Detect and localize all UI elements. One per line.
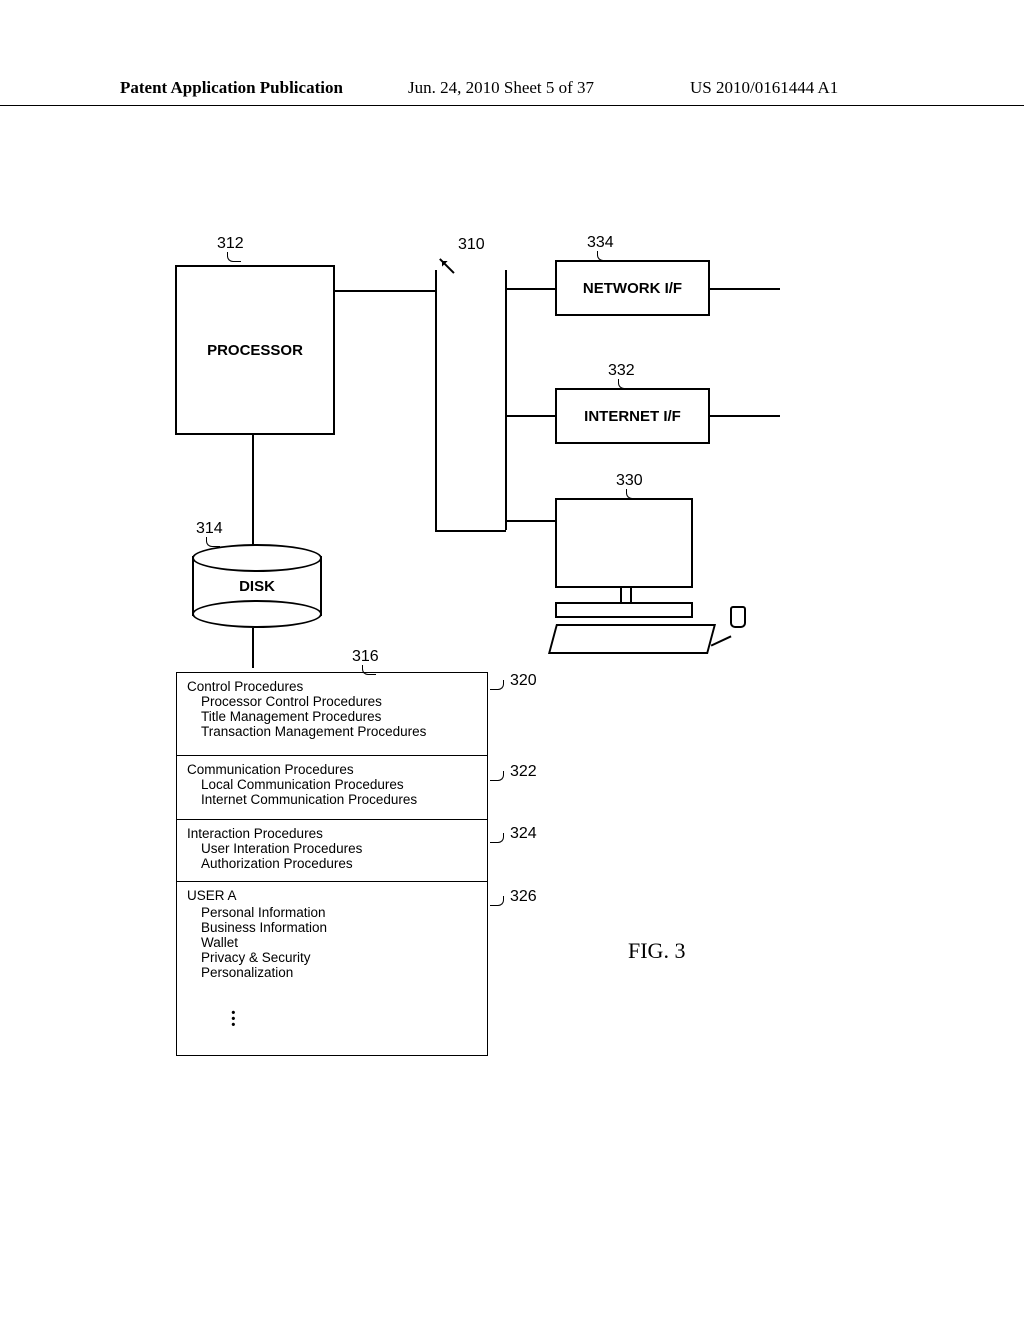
link-disk-panels	[252, 628, 254, 668]
panel-control-item-1: Title Management Procedures	[201, 709, 477, 724]
ref-334: 334	[587, 234, 614, 252]
panel-comm-title: Communication Procedures	[187, 762, 477, 777]
panel-inter-item-1: Authorization Procedures	[201, 856, 477, 871]
page-header: Patent Application Publication Jun. 24, …	[0, 78, 1024, 106]
keyboard	[548, 624, 716, 654]
ref-332: 332	[608, 362, 635, 380]
panel-control-item-0: Processor Control Procedures	[201, 694, 477, 709]
netif-tail	[710, 288, 780, 290]
panel-interaction: Interaction Procedures User Interation P…	[176, 820, 488, 882]
ref-322: 322	[510, 763, 537, 781]
ref-324: 324	[510, 825, 537, 843]
continuation-dots: ···	[230, 1010, 237, 1028]
monitor-base	[555, 602, 693, 618]
panel-user-item-3: Privacy & Security	[201, 950, 477, 965]
patent-figure-page: Patent Application Publication Jun. 24, …	[0, 0, 1024, 1320]
inetif-tail	[710, 415, 780, 417]
ref-334-hook	[597, 251, 611, 261]
panel-user-item-1: Business Information	[201, 920, 477, 935]
panel-user-title: USER A	[187, 888, 477, 903]
ref-332-hook	[618, 379, 632, 389]
disk-label: DISK	[194, 578, 320, 595]
ref-330: 330	[616, 472, 643, 490]
internet-if-label: INTERNET I/F	[584, 408, 681, 425]
ref-330-hook	[626, 489, 640, 499]
internet-if-box: INTERNET I/F	[555, 388, 710, 444]
ref-322-hook	[490, 771, 504, 781]
ref-312-hook	[227, 252, 241, 262]
panel-comm: Communication Procedures Local Communica…	[176, 756, 488, 820]
ref-310-arrow	[440, 236, 468, 264]
header-right: US 2010/0161444 A1	[690, 78, 838, 98]
bus-link-processor	[335, 290, 435, 292]
bus-line-left	[435, 270, 437, 530]
panel-comm-item-1: Internet Communication Procedures	[201, 792, 477, 807]
monitor-neck-r	[630, 588, 632, 602]
ref-316: 316	[352, 648, 379, 666]
network-if-label: NETWORK I/F	[583, 280, 682, 297]
panel-inter-title: Interaction Procedures	[187, 826, 477, 841]
ref-320-hook	[490, 680, 504, 690]
ref-326-hook	[490, 896, 504, 906]
header-left: Patent Application Publication	[120, 78, 343, 98]
mouse-icon	[730, 606, 746, 628]
ref-314: 314	[196, 520, 223, 538]
ref-314-hook	[206, 537, 220, 547]
bus-link-terminal	[505, 520, 555, 522]
panel-user-item-2: Wallet	[201, 935, 477, 950]
panel-inter-item-0: User Interation Procedures	[201, 841, 477, 856]
panel-user-item-4: Personalization	[201, 965, 477, 980]
monitor-neck-l	[620, 588, 622, 602]
panel-user-item-0: Personal Information	[201, 905, 477, 920]
bus-link-netif	[505, 288, 555, 290]
figure-label: FIG. 3	[628, 938, 685, 964]
network-if-box: NETWORK I/F	[555, 260, 710, 316]
panel-comm-item-0: Local Communication Procedures	[201, 777, 477, 792]
bus-line-right	[505, 270, 507, 530]
ref-326: 326	[510, 888, 537, 906]
ref-312: 312	[217, 235, 244, 253]
ref-324-hook	[490, 833, 504, 843]
panel-control-title: Control Procedures	[187, 679, 477, 694]
mouse-cable	[711, 635, 732, 646]
link-processor-disk	[252, 435, 254, 545]
panel-control-item-2: Transaction Management Procedures	[201, 724, 477, 739]
panel-control: Control Procedures Processor Control Pro…	[176, 672, 488, 756]
bus-link-inetif	[505, 415, 555, 417]
ref-320: 320	[510, 672, 537, 690]
monitor-screen	[555, 498, 693, 588]
processor-label: PROCESSOR	[207, 342, 303, 359]
processor-box: PROCESSOR	[175, 265, 335, 435]
disk-cylinder: DISK	[192, 556, 322, 616]
panel-user: USER A Personal Information Business Inf…	[176, 882, 488, 1056]
header-center: Jun. 24, 2010 Sheet 5 of 37	[408, 78, 594, 98]
bus-line-bottom	[435, 530, 506, 532]
